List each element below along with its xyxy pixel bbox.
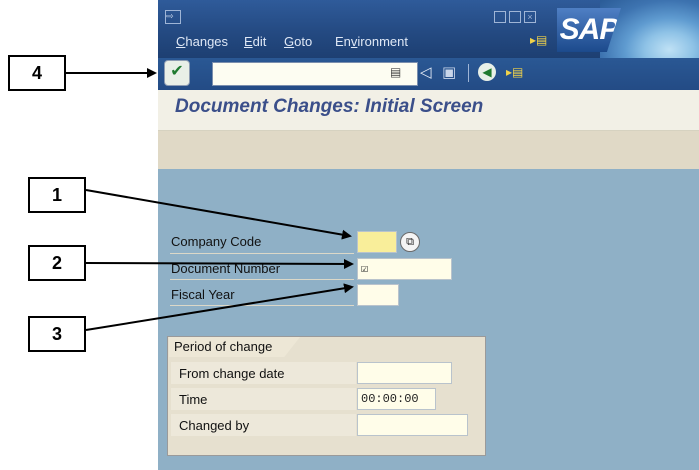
annotation-arrows [66, 68, 354, 331]
arrow-3 [85, 283, 354, 331]
arrow-1 [85, 189, 352, 240]
arrow-2 [85, 258, 354, 269]
